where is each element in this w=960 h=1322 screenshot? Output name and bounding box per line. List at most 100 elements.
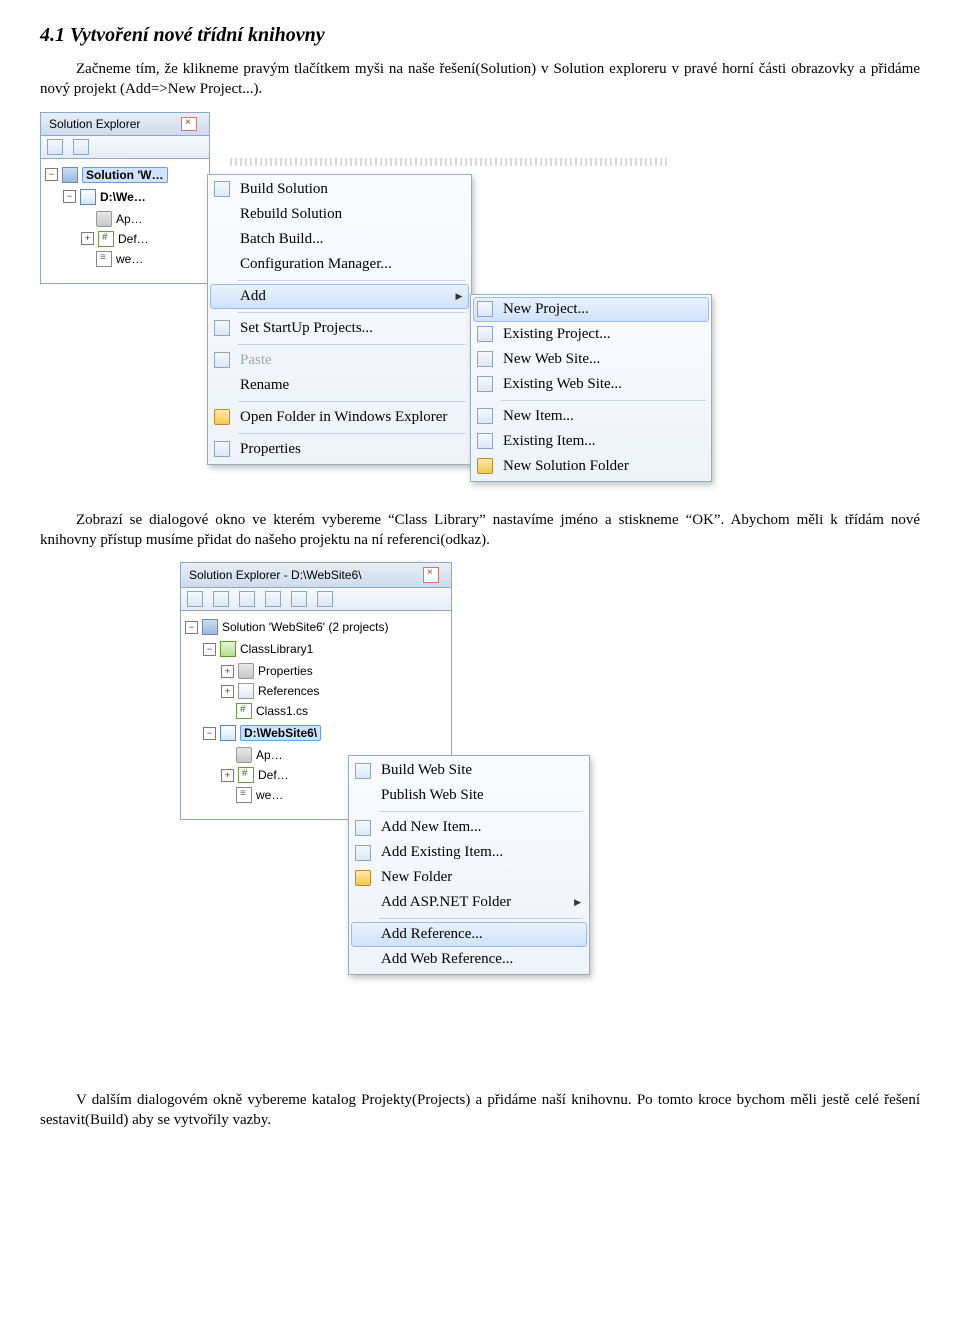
menu-label: Add Existing Item... <box>381 844 503 861</box>
tree-project[interactable]: − D:\We… <box>63 187 149 207</box>
expand-icon[interactable]: + <box>221 665 234 678</box>
csharp-project-icon <box>220 641 236 657</box>
config-file-icon <box>236 787 252 803</box>
expand-icon[interactable]: + <box>81 232 94 245</box>
menu-label: Add New Item... <box>381 819 481 836</box>
menu-label: Existing Project... <box>503 326 611 343</box>
toolbar-icon[interactable] <box>317 591 333 607</box>
tree-label: Def… <box>118 232 149 246</box>
toolbar-icon[interactable] <box>265 591 281 607</box>
menu-rebuild-solution[interactable]: Rebuild Solution <box>210 202 469 227</box>
tree-label: Ap… <box>256 748 283 762</box>
menu-separator <box>238 401 465 402</box>
startup-icon <box>214 320 230 336</box>
menu-add[interactable]: Add▶ <box>210 284 469 309</box>
toolbar-icon[interactable] <box>291 591 307 607</box>
paste-icon <box>214 352 230 368</box>
menu-separator <box>501 400 705 401</box>
close-icon[interactable] <box>181 117 197 131</box>
menu-new-folder[interactable]: New Folder <box>351 865 587 890</box>
menu-label: Build Solution <box>240 181 328 198</box>
menu-label: Existing Item... <box>503 433 596 450</box>
build-icon <box>355 763 371 779</box>
toolbar-icon[interactable] <box>187 591 203 607</box>
menu-add-asp-net-folder[interactable]: Add ASP.NET Folder ▶ <box>351 890 587 915</box>
collapse-icon[interactable]: − <box>45 168 58 181</box>
tree-item[interactable]: we… <box>221 785 289 805</box>
menu-open-folder[interactable]: Open Folder in Windows Explorer <box>210 405 469 430</box>
menu-existing-project[interactable]: Existing Project... <box>473 322 709 347</box>
paragraph-3: V dalším dialogovém okně vybereme katalo… <box>40 1090 920 1131</box>
tree-item[interactable]: we… <box>81 249 149 269</box>
menu-existing-item[interactable]: Existing Item... <box>473 429 709 454</box>
menu-label: Properties <box>240 441 301 458</box>
collapse-icon[interactable]: − <box>203 727 216 740</box>
menu-new-project[interactable]: New Project... <box>473 297 709 322</box>
tree-solution[interactable]: −Solution 'WebSite6' (2 projects) <box>185 617 447 637</box>
menu-rename[interactable]: Rename <box>210 373 469 398</box>
tree-item[interactable]: Class1.cs <box>221 701 319 721</box>
menu-label: Configuration Manager... <box>240 256 392 273</box>
collapse-icon[interactable]: − <box>185 621 198 634</box>
submenu-add: New Project... Existing Project... New W… <box>470 294 712 482</box>
menu-publish-web-site[interactable]: Publish Web Site <box>351 783 587 808</box>
tree-solution[interactable]: −Solution 'W… <box>45 165 205 185</box>
menu-label: Set StartUp Projects... <box>240 320 373 337</box>
close-icon[interactable] <box>423 567 439 583</box>
menu-properties[interactable]: Properties <box>210 437 469 462</box>
solution-explorer-panel: Solution Explorer −Solution 'W… −D:\We… … <box>40 112 210 284</box>
expand-icon[interactable]: + <box>221 769 234 782</box>
menu-label: Add Reference... <box>381 926 483 943</box>
tree-label: we… <box>256 788 283 802</box>
menu-add-existing-item[interactable]: Add Existing Item... <box>351 840 587 865</box>
toolbar-icon[interactable] <box>73 139 89 155</box>
tree-classlib[interactable]: −ClassLibrary1 <box>203 639 321 659</box>
menu-label: New Item... <box>503 408 574 425</box>
tree-label: Class1.cs <box>256 704 308 718</box>
menu-batch-build[interactable]: Batch Build... <box>210 227 469 252</box>
menu-build-solution[interactable]: Build Solution <box>210 177 469 202</box>
expand-icon[interactable]: + <box>221 685 234 698</box>
existing-project-icon <box>477 326 493 342</box>
toolbar-icon[interactable] <box>47 139 63 155</box>
menu-label: New Folder <box>381 869 452 886</box>
menu-label: Add ASP.NET Folder <box>381 894 511 911</box>
new-project-icon <box>477 301 493 317</box>
menu-add-web-reference[interactable]: Add Web Reference... <box>351 947 587 972</box>
tree-item[interactable]: +Properties <box>221 661 319 681</box>
menu-add-new-item[interactable]: Add New Item... <box>351 815 587 840</box>
properties-folder-icon <box>238 663 254 679</box>
menu-separator <box>238 312 465 313</box>
menu-build-web-site[interactable]: Build Web Site <box>351 758 587 783</box>
collapse-icon[interactable]: − <box>63 190 76 203</box>
menu-existing-web-site[interactable]: Existing Web Site... <box>473 372 709 397</box>
menu-new-solution-folder[interactable]: New Solution Folder <box>473 454 709 479</box>
menu-label: Add Web Reference... <box>381 951 513 968</box>
tree-item[interactable]: + References <box>221 681 319 701</box>
existing-website-icon <box>477 376 493 392</box>
toolbar-icon[interactable] <box>213 591 229 607</box>
menu-config-manager[interactable]: Configuration Manager... <box>210 252 469 277</box>
dotted-guide <box>230 158 670 166</box>
menu-new-item[interactable]: New Item... <box>473 404 709 429</box>
menu-separator <box>238 280 465 281</box>
folder-icon <box>214 409 230 425</box>
tree-website[interactable]: −D:\WebSite6\ <box>203 723 321 743</box>
menu-set-startup[interactable]: Set StartUp Projects... <box>210 316 469 341</box>
project-icon <box>80 189 96 205</box>
tree-item[interactable]: Ap… <box>221 745 289 765</box>
folder-icon <box>477 458 493 474</box>
tree-label: References <box>258 684 319 698</box>
tree-item[interactable]: + Def… <box>81 229 149 249</box>
tree-item[interactable]: +Def… <box>221 765 289 785</box>
web-project-icon <box>220 725 236 741</box>
menu-add-reference[interactable]: Add Reference... <box>351 922 587 947</box>
menu-separator <box>238 433 465 434</box>
tree-label-project: D:\We… <box>100 190 146 204</box>
collapse-icon[interactable]: − <box>203 643 216 656</box>
menu-label: New Web Site... <box>503 351 600 368</box>
submenu-arrow-icon: ▶ <box>574 897 581 908</box>
menu-new-web-site[interactable]: New Web Site... <box>473 347 709 372</box>
tree-item[interactable]: Ap… <box>81 209 149 229</box>
toolbar-icon[interactable] <box>239 591 255 607</box>
